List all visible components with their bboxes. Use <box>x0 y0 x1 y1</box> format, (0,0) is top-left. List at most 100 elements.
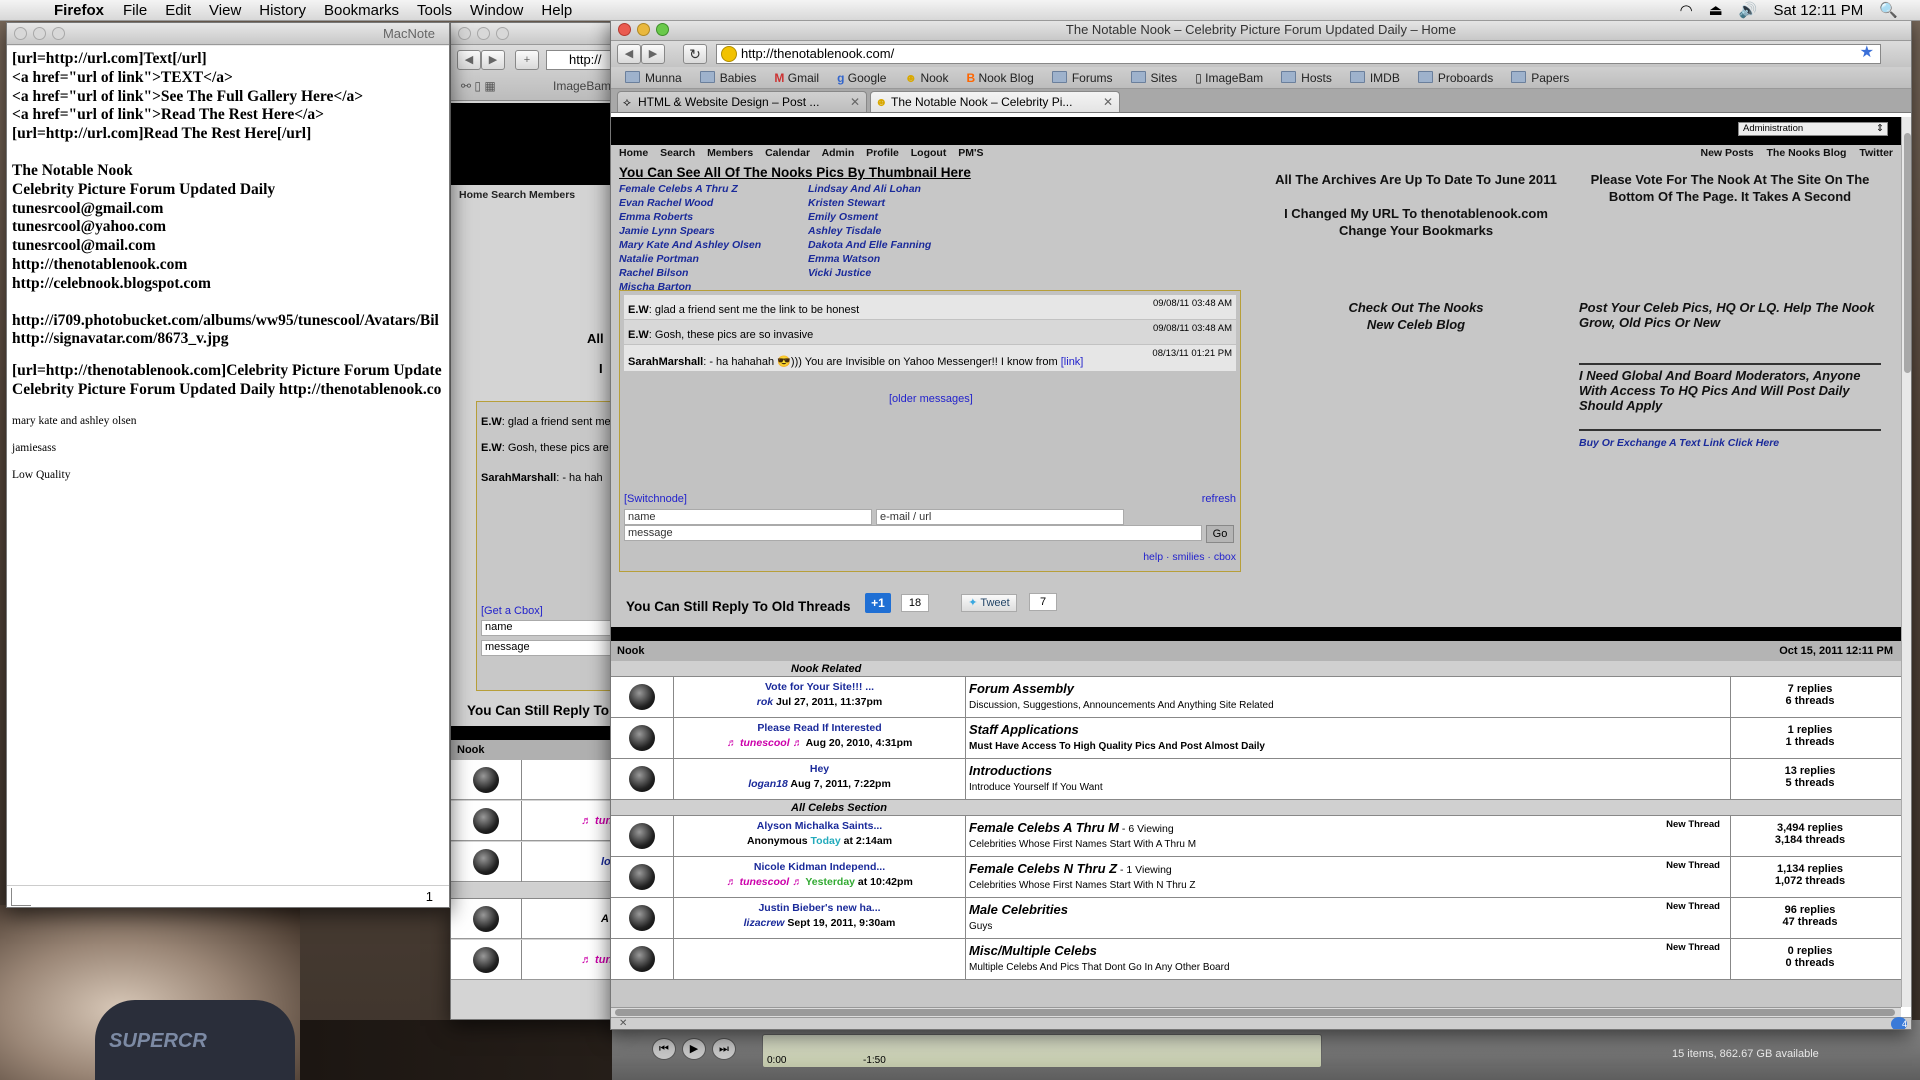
tab-close-icon[interactable]: ✕ <box>850 92 860 112</box>
forum-name-link[interactable]: Male Celebrities <box>969 902 1068 917</box>
celeb-link[interactable]: Emily Osment <box>808 211 878 223</box>
bookmark-star-icon[interactable]: ★ <box>1860 44 1874 62</box>
nav-twitter[interactable]: Twitter <box>1859 147 1893 159</box>
menu-view[interactable]: View <box>209 2 241 19</box>
close-icon[interactable] <box>458 27 471 40</box>
tweet-button[interactable]: ✦ Tweet <box>961 594 1017 612</box>
bg-last-user[interactable]: A <box>601 913 609 925</box>
celeb-link[interactable]: Dakota And Elle Fanning <box>808 239 931 251</box>
last-post[interactable] <box>674 939 966 979</box>
minimize-icon[interactable] <box>33 27 46 40</box>
cbox-go-button[interactable]: Go <box>1206 525 1234 543</box>
bookmark-folder-munna[interactable]: Munna <box>625 71 682 85</box>
forum-row[interactable]: Misc/Multiple Celebs Multiple Celebs And … <box>611 939 1901 980</box>
horizontal-scrollbar[interactable] <box>611 1007 1901 1017</box>
zoom-icon[interactable] <box>656 23 669 36</box>
menubar-clock[interactable]: Sat 12:11 PM <box>1774 2 1864 19</box>
menu-history[interactable]: History <box>259 2 306 19</box>
forum-name-link[interactable]: Female Celebs A Thru M - 6 Viewing <box>969 820 1174 835</box>
bg-cbox-name-input[interactable]: name <box>481 620 619 636</box>
celeb-link[interactable]: Rachel Bilson <box>619 267 688 279</box>
forum-name-link[interactable]: Staff Applications <box>969 722 1079 737</box>
back-icon[interactable]: ◀ <box>457 50 481 70</box>
zoom-icon[interactable] <box>496 27 509 40</box>
bookmark-nook[interactable]: ☻ Nook <box>904 71 948 85</box>
celeb-link[interactable]: Lindsay And Ali Lohan <box>808 183 921 195</box>
celeb-link[interactable]: Kristen Stewart <box>808 197 885 209</box>
google-plus-one-button[interactable]: +1 <box>865 593 891 613</box>
cbox-name-input[interactable]: name <box>624 509 872 525</box>
bookmark-folder-imdb[interactable]: IMDB <box>1350 71 1400 85</box>
minimize-icon[interactable] <box>637 23 650 36</box>
cbox-email-input[interactable]: e-mail / url <box>876 509 1124 525</box>
menu-file[interactable]: File <box>123 2 147 19</box>
forward-icon[interactable]: ▶ <box>641 44 665 64</box>
administration-select[interactable]: Administration ⇕ <box>1738 122 1888 136</box>
bg-last-user[interactable]: ♬ tun <box>581 954 612 966</box>
nav-home[interactable]: Home <box>619 147 648 159</box>
menu-help[interactable]: Help <box>541 2 572 19</box>
back-icon[interactable]: ◀ <box>617 44 641 64</box>
celeb-link[interactable]: Evan Rachel Wood <box>619 197 713 209</box>
bookmark-folder-babies[interactable]: Babies <box>700 71 757 85</box>
macnote-titlebar[interactable]: MacNote <box>7 23 449 45</box>
nav-nooks-blog[interactable]: The Nooks Blog <box>1767 147 1847 159</box>
last-post[interactable]: Nicole Kidman Independ... ♬ tunescool ♬ Y… <box>674 857 966 897</box>
nav-profile[interactable]: Profile <box>866 147 899 159</box>
last-post[interactable]: Vote for Your Site!!! ... rok Jul 27, 201… <box>674 677 966 717</box>
last-post[interactable]: Alyson Michalka Saints... Anonymous Today… <box>674 816 966 856</box>
new-thread-link[interactable]: New Thread <box>1666 942 1720 953</box>
tab-html-design[interactable]: ⟡ HTML & Website Design – Post ... ✕ <box>617 91 867 112</box>
bookmark-folder-sites[interactable]: Sites <box>1131 71 1178 85</box>
forum-row[interactable]: Vote for Your Site!!! ... rok Jul 27, 201… <box>611 677 1901 718</box>
menu-window[interactable]: Window <box>470 2 523 19</box>
forum-row[interactable]: Nicole Kidman Independ... ♬ tunescool ♬ Y… <box>611 857 1901 898</box>
bookmark-folder-forums[interactable]: Forums <box>1052 71 1113 85</box>
celeb-link[interactable]: Emma Watson <box>808 253 880 265</box>
minimize-icon[interactable] <box>477 27 490 40</box>
forum-row[interactable]: Hey logan18 Aug 7, 2011, 7:22pm Introduct… <box>611 759 1901 800</box>
celeb-link[interactable]: Vicki Justice <box>808 267 871 279</box>
bookmark-folder-hosts[interactable]: Hosts <box>1281 71 1332 85</box>
bookmark-folder-proboards[interactable]: Proboards <box>1418 71 1493 85</box>
tab-notable-nook[interactable]: ☻ The Notable Nook – Celebrity Pi... ✕ <box>870 91 1120 112</box>
bg-cbox-message-input[interactable]: message <box>481 640 619 656</box>
nav-search[interactable]: Search <box>660 147 695 159</box>
cbox-message-input[interactable]: message <box>624 525 1202 541</box>
bg-forum-row[interactable]: A <box>451 899 619 939</box>
vertical-scrollbar[interactable] <box>1901 117 1911 1007</box>
bg-browser-titlebar[interactable] <box>451 23 619 45</box>
add-icon[interactable]: + <box>515 50 539 70</box>
forum-name-link[interactable]: Forum Assembly <box>969 681 1074 696</box>
bg-url-field[interactable]: http:// <box>546 50 619 70</box>
celeb-link[interactable]: Female Celebs A Thru Z <box>619 183 738 195</box>
nav-new-posts[interactable]: New Posts <box>1700 147 1753 159</box>
cbox-link[interactable]: [link] <box>1061 356 1084 368</box>
macnote-text-area[interactable]: [url=http://url.com]Text[/url] <a href="… <box>7 46 449 886</box>
last-post[interactable]: Please Read If Interested ♬ tunescool ♬ A… <box>674 718 966 758</box>
bg-last-user[interactable]: ♬ tun <box>581 815 612 827</box>
menu-edit[interactable]: Edit <box>165 2 191 19</box>
forward-icon[interactable]: ▶ <box>481 50 505 70</box>
forum-name-link[interactable]: Female Celebs N Thru Z - 1 Viewing <box>969 861 1172 876</box>
last-post[interactable]: Hey logan18 Aug 7, 2011, 7:22pm <box>674 759 966 799</box>
forum-row[interactable]: Alyson Michalka Saints... Anonymous Today… <box>611 816 1901 857</box>
bg-forum-row[interactable] <box>451 760 619 800</box>
bg-bookmark-imagebam[interactable]: ImageBam <box>553 79 611 93</box>
itunes-play-button[interactable]: ▶ <box>682 1038 706 1060</box>
switchnode-link[interactable]: [Switchnode] <box>624 493 687 505</box>
forum-name-link[interactable]: Misc/Multiple Celebs <box>969 943 1097 958</box>
bg-forum-row[interactable]: ♬ tun <box>451 940 619 980</box>
bookmark-imagebam[interactable]: ▯ ImageBam <box>1195 71 1263 85</box>
refresh-link[interactable]: refresh <box>1202 493 1236 505</box>
reload-icon[interactable]: ↻ <box>683 44 707 64</box>
blog-link[interactable]: New Celeb Blog <box>1251 317 1581 332</box>
close-addon-bar-icon[interactable]: ✕ <box>619 1018 627 1029</box>
nav-members[interactable]: Members <box>707 147 753 159</box>
spotlight-icon[interactable]: 🔍 <box>1879 1 1898 19</box>
bookmark-google[interactable]: g Google <box>837 71 886 85</box>
firefox-titlebar[interactable]: The Notable Nook – Celebrity Picture For… <box>611 19 1911 41</box>
forum-row[interactable]: Please Read If Interested ♬ tunescool ♬ A… <box>611 718 1901 759</box>
reader-icon[interactable]: ⚯ ▯ ▦ <box>461 79 496 93</box>
menu-app-name[interactable]: Firefox <box>54 2 104 19</box>
